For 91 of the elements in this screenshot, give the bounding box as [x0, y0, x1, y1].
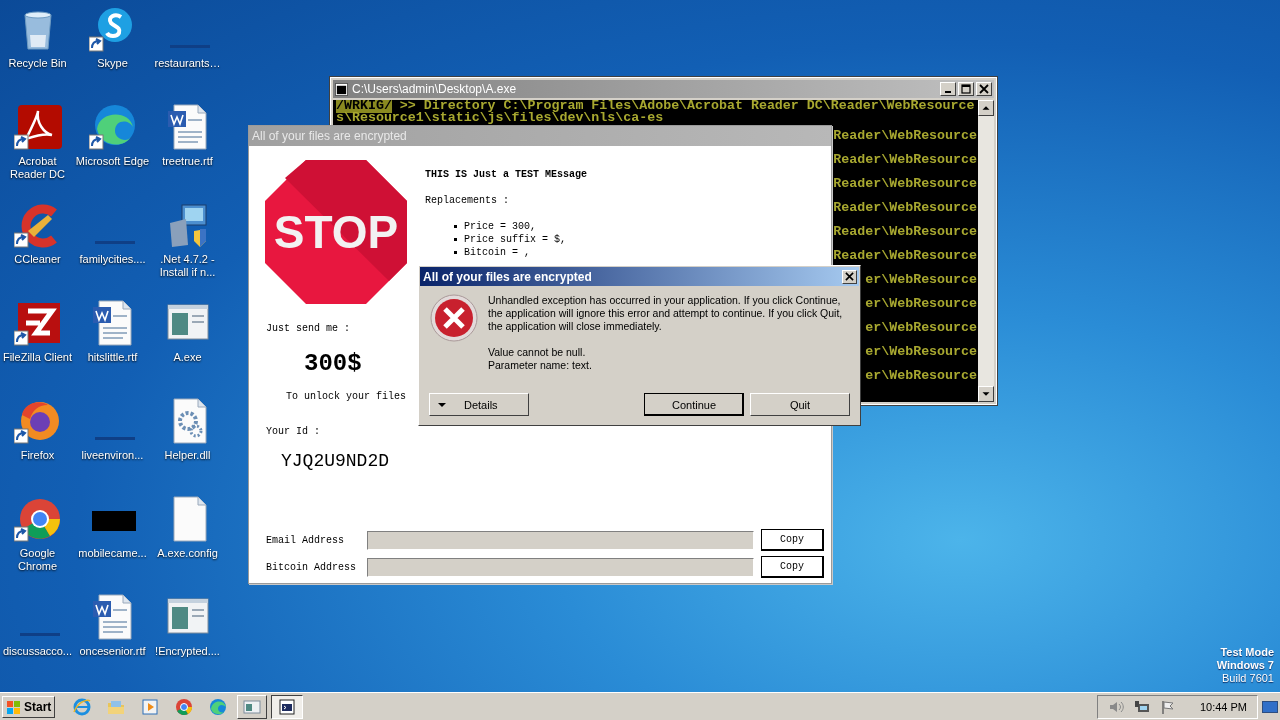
- close-button[interactable]: [976, 82, 992, 96]
- console-tag: /WRKIG/: [336, 100, 392, 113]
- input-field[interactable]: [367, 557, 754, 577]
- dialog-button[interactable]: Continue: [644, 393, 744, 416]
- desktop-shortcut[interactable]: familycities....: [75, 199, 150, 297]
- desktop-shortcut[interactable]: discussacco...: [0, 591, 75, 689]
- network-icon[interactable]: [1133, 698, 1150, 715]
- replacements-label: Replacements :: [425, 195, 509, 206]
- scroll-down-icon[interactable]: [978, 386, 994, 402]
- desktop-shortcut[interactable]: liveenviron...: [75, 395, 150, 493]
- desktop-shortcut[interactable]: Helper.dll: [150, 395, 225, 493]
- window-title: All of your files are encrypted: [252, 129, 407, 143]
- bullet-mark: [454, 225, 457, 228]
- desktop-shortcut[interactable]: Microsoft Edge: [75, 101, 150, 199]
- copy-button[interactable]: Copy: [761, 529, 824, 551]
- desktop-shortcut[interactable]: treetrue.rtf: [150, 101, 225, 199]
- ransom-amount: 300$: [304, 350, 362, 377]
- console-line: er\WebResource: [865, 319, 977, 337]
- console-line: er\WebResource: [865, 295, 977, 313]
- desktop-shortcut[interactable]: Firefox: [0, 395, 75, 493]
- console-line: Reader\WebResource: [833, 127, 977, 145]
- close-icon: [845, 272, 854, 281]
- close-button[interactable]: [842, 269, 857, 284]
- desktop-shortcut[interactable]: .Net 4.7.2 - Install if n...: [150, 199, 225, 297]
- desktop-shortcut[interactable]: oncesenior.rtf: [75, 591, 150, 689]
- error-detail: Value cannot be null.: [488, 346, 586, 359]
- taskbar-button[interactable]: [271, 694, 304, 719]
- copy-button[interactable]: Copy: [761, 556, 824, 578]
- close-icon: [979, 84, 989, 94]
- desktop-shortcut[interactable]: Skype: [75, 3, 150, 101]
- error-icon: [430, 294, 478, 342]
- desktop-shortcut[interactable]: Google Chrome: [0, 493, 75, 591]
- console-line: Reader\WebResource: [833, 223, 977, 241]
- list-item: Price suffix = $,: [464, 234, 567, 245]
- desktop-shortcut[interactable]: mobilecame...: [75, 493, 150, 591]
- system-info-text: Windows 7: [1216, 659, 1274, 672]
- stop-sign: STOP: [263, 158, 409, 306]
- field-label: Bitcoin Address: [266, 561, 357, 573]
- scrollbar[interactable]: [978, 100, 994, 402]
- send-label: Just send me :: [266, 323, 350, 334]
- window-title: C:\Users\admin\Desktop\A.exe: [352, 82, 518, 96]
- dialog-button[interactable]: Quit: [750, 393, 850, 416]
- console-icon: [277, 696, 298, 717]
- console-line: er\WebResource: [865, 367, 977, 385]
- desktop-shortcut[interactable]: A.exe.config: [150, 493, 225, 591]
- list-item: Price = 300,: [464, 221, 536, 232]
- error-detail: Parameter name: text.: [488, 359, 592, 372]
- play-icon: [140, 696, 161, 717]
- maximize-button[interactable]: [958, 82, 974, 96]
- message-heading: THIS IS Just a TEST MEssage: [425, 169, 588, 180]
- desktop-shortcut[interactable]: !Encrypted....: [150, 591, 225, 689]
- desktop-shortcut[interactable]: hitslittle.rtf: [75, 297, 150, 395]
- desktop-shortcut[interactable]: FileZilla Client: [0, 297, 75, 395]
- minimize-icon: [945, 91, 951, 93]
- console-line: Reader\WebResource: [833, 199, 977, 217]
- start-button[interactable]: Start: [2, 695, 56, 718]
- console-line: er\WebResource: [865, 271, 977, 289]
- field-label: Email Address: [266, 534, 345, 546]
- flag-icon[interactable]: [1159, 698, 1176, 715]
- desktop-shortcut[interactable]: Acrobat Reader DC: [0, 101, 75, 199]
- console-line: Reader\WebResource: [833, 151, 977, 169]
- maximize-icon: [961, 84, 971, 94]
- console-line: Reader\WebResource: [833, 247, 977, 265]
- browser-icon: [72, 696, 93, 717]
- system-info-text: Build 7601: [1222, 672, 1274, 685]
- scroll-up-icon[interactable]: [978, 100, 994, 116]
- error-message: Unhandled exception has occurred in your application. If you click Continue, the application will ignore this error and attempt to continue. If you click Quit, the application will close immediately.: [488, 294, 844, 333]
- browser-icon: [208, 696, 229, 717]
- victim-id: YJQ2U9ND2D: [281, 451, 390, 471]
- desktop-shortcut[interactable]: A.exe: [150, 297, 225, 395]
- console-line: er\WebResource: [865, 343, 977, 361]
- window-title: All of your files are encrypted: [423, 269, 592, 284]
- show-desktop-icon[interactable]: [1262, 698, 1278, 715]
- id-label: Your Id :: [266, 426, 320, 437]
- minimize-button[interactable]: [940, 82, 956, 96]
- desktop-shortcut[interactable]: restaurants…: [150, 3, 225, 101]
- console-line: Reader\WebResource: [833, 175, 977, 193]
- bullet-mark: [454, 238, 457, 241]
- input-field[interactable]: [367, 530, 754, 550]
- details-button[interactable]: Details: [429, 393, 529, 416]
- browser-icon: [174, 696, 195, 717]
- flag-logo-icon: [6, 698, 22, 715]
- console-line: >> Directory C:\Program Files\Adobe\Acrobat Reader DC\Reader\WebResource: [399, 100, 975, 113]
- system-info-text: Test Mode: [1220, 646, 1274, 659]
- list-item: Bitcoin = ,: [464, 247, 530, 258]
- desktop-shortcut[interactable]: CCleaner: [0, 199, 75, 297]
- clock[interactable]: 10:44 PM: [1199, 700, 1247, 713]
- console-icon: [335, 82, 348, 96]
- unlock-text: To unlock your files: [286, 391, 407, 402]
- desktop-shortcut[interactable]: Recycle Bin: [0, 3, 75, 101]
- bullet-mark: [454, 251, 457, 254]
